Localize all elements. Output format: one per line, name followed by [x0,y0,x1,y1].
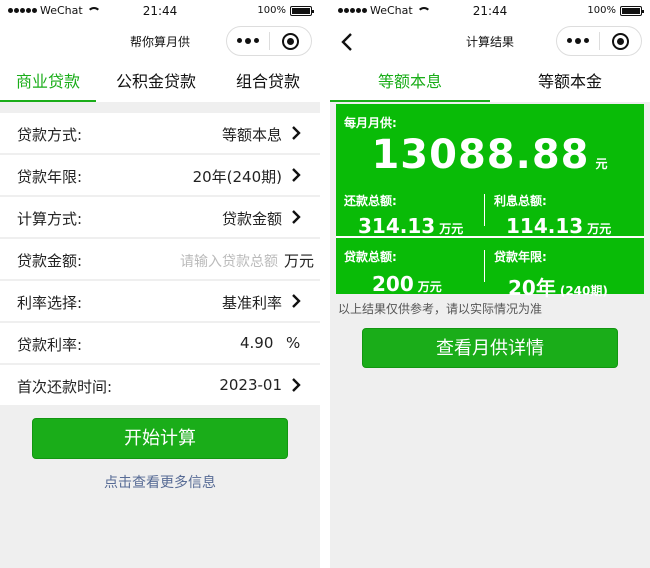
loan-amount-input[interactable]: 请输入贷款总额 [180,251,280,271]
loan-rate-input[interactable]: 4.90 [240,334,273,352]
loan-form: 贷款方式: 等额本息 贷款年限: 20年(240期) 计算方式: 贷款金额 贷款… [0,113,320,407]
loan-method-value: 等额本息 [221,126,282,144]
loan-type-tabs: 商业贷款 公积金贷款 组合贷款 [0,60,320,102]
tab-equal-principal[interactable]: 等额本金 [490,60,650,102]
loan-years: 20年 (240期) [508,272,608,301]
loan-years-label: 贷款年限: [17,168,83,186]
loan-total: 200 万元 [372,272,442,296]
total-repay-unit: 万元 [439,222,464,236]
loan-rate-unit: % [286,334,301,352]
loan-amount-row: 贷款金额: 请输入贷款总额 万元 [0,239,320,279]
monthly-payment-label: 每月月供: [344,116,397,130]
chevron-right-icon [292,210,301,224]
tab-combined-loan[interactable]: 组合贷款 [216,60,320,102]
monthly-payment-value: 13088.88 [371,132,590,178]
view-monthly-details-button[interactable]: 查看月供详情 [362,328,618,368]
total-repay-label: 还款总额: [344,194,397,208]
total-repay: 314.13 万元 [358,214,463,238]
monthly-payment-unit: 元 [595,157,609,171]
loan-amount-unit: 万元 [284,252,315,270]
calc-method-label: 计算方式: [17,210,83,228]
disclaimer-note: 以上结果仅供参考，请以实际情况为准 [338,302,543,316]
more-icon[interactable] [557,37,599,44]
divider-vertical [484,194,485,226]
rate-choice-label: 利率选择: [17,294,83,312]
loan-method-row[interactable]: 贷款方式: 等额本息 [0,113,320,153]
loan-rate-label: 贷款利率: [17,336,83,354]
tab-equal-installment[interactable]: 等额本息 [330,60,490,102]
chevron-right-icon [292,126,301,140]
status-bar: WeChat 21:44 100% [0,0,320,22]
more-icon[interactable] [227,37,269,44]
close-miniprogram-icon[interactable] [270,32,311,50]
chevron-right-icon [292,168,301,182]
loan-total-label: 贷款总额: [344,250,397,264]
rate-choice-value: 基准利率 [221,294,282,312]
repayment-type-tabs: 等额本息 等额本金 [330,60,650,102]
start-calculation-button[interactable]: 开始计算 [32,418,288,459]
tab-provident-fund-loan[interactable]: 公积金贷款 [96,60,216,102]
rate-choice-row[interactable]: 利率选择: 基准利率 [0,281,320,321]
battery-icon [290,5,314,16]
loan-years-value: 20年 [508,276,556,300]
loan-amount-label: 贷款金额: [17,252,83,270]
divider-vertical [484,250,485,282]
miniprogram-capsule [226,26,312,56]
monthly-payment: 13088.88 元 [336,132,644,178]
tab-commercial-loan[interactable]: 商业贷款 [0,60,96,102]
loan-total-unit: 万元 [417,280,442,294]
status-bar: WeChat 21:44 100% [330,0,650,22]
total-repay-value: 314.13 [358,214,436,238]
nav-bar: 帮你算月供 [0,22,320,60]
loan-rate-row: 贷款利率: 4.90 % [0,323,320,363]
more-info-link[interactable]: 点击查看更多信息 [0,472,320,492]
loan-years-periods: (240期) [559,284,608,298]
result-screen: WeChat 21:44 100% 计算结果 等额本息 等额本金 每月月供: 1… [330,0,650,568]
interest-total-unit: 万元 [587,222,612,236]
first-payment-row[interactable]: 首次还款时间: 2023-01 [0,365,320,405]
loan-method-label: 贷款方式: [17,126,83,144]
interest-total: 114.13 万元 [506,214,611,238]
nav-bar: 计算结果 [330,22,650,60]
battery-icon [620,5,644,16]
calculator-screen: WeChat 21:44 100% 帮你算月供 商业贷款 公积金贷款 组合贷款 … [0,0,320,568]
battery-percent: 100% [257,5,286,16]
chevron-right-icon [292,294,301,308]
interest-total-value: 114.13 [506,214,584,238]
close-miniprogram-icon[interactable] [600,32,641,50]
chevron-right-icon [292,378,301,392]
miniprogram-capsule [556,26,642,56]
calc-method-row[interactable]: 计算方式: 贷款金额 [0,197,320,237]
calc-method-value: 贷款金额 [221,210,282,228]
loan-years-label: 贷款年限: [494,250,547,264]
result-panel: 每月月供: 13088.88 元 还款总额: 314.13 万元 利息总额: 114… [336,104,644,300]
loan-years-row[interactable]: 贷款年限: 20年(240期) [0,155,320,195]
battery-percent: 100% [587,5,616,16]
divider-horizontal [336,236,644,238]
interest-total-label: 利息总额: [494,194,547,208]
first-payment-label: 首次还款时间: [17,378,113,396]
first-payment-value: 2023-01 [219,376,282,394]
loan-total-value: 200 [372,272,414,296]
loan-years-value: 20年(240期) [192,168,282,186]
